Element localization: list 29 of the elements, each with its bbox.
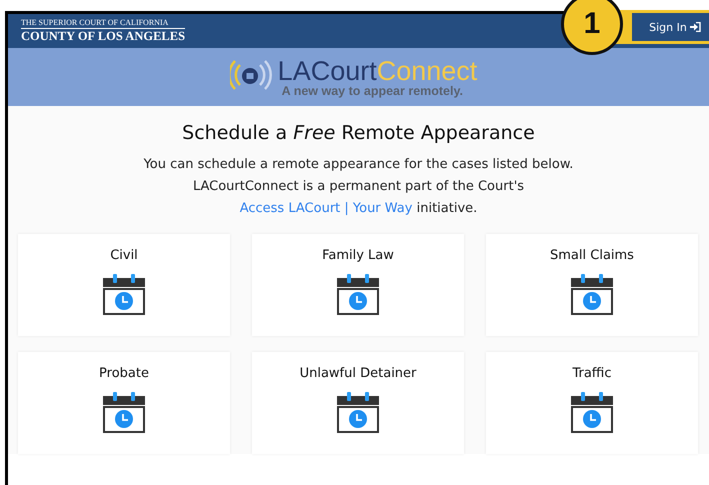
case-type-label: Traffic — [572, 366, 612, 381]
brand-name: LACourtConnect — [278, 58, 478, 84]
case-type-card[interactable]: Probate — [18, 352, 230, 454]
case-type-card[interactable]: Unlawful Detainer — [252, 352, 464, 454]
intro-text: You can schedule a remote appearance for the cases listed below. — [144, 156, 574, 174]
case-type-label: Unlawful Detainer — [300, 366, 416, 381]
tagline: A new way to appear remotely. — [282, 84, 463, 96]
calendar-clock-icon — [102, 273, 146, 315]
case-type-label: Family Law — [322, 248, 394, 263]
intro-text: LACourtConnect is a permanent part of the Court's — [192, 178, 524, 196]
case-type-card[interactable]: Small Claims — [486, 234, 698, 336]
calendar-clock-icon — [102, 391, 146, 433]
access-link[interactable]: Access LACourt | Your Way — [240, 198, 412, 220]
sign-in-icon — [690, 22, 701, 32]
calendar-clock-icon — [570, 273, 614, 315]
intro-text: initiative. — [416, 200, 478, 218]
page-heading: Schedule a Free Remote Appearance — [181, 122, 536, 144]
case-type-label: Civil — [110, 248, 138, 263]
court-name: THE SUPERIOR COURT OF CALIFORNIA — [21, 18, 186, 29]
case-type-card[interactable]: Traffic — [486, 352, 698, 454]
case-type-card[interactable]: Civil — [18, 234, 230, 336]
calendar-clock-icon — [336, 391, 380, 433]
calendar-clock-icon — [336, 273, 380, 315]
case-type-card[interactable]: Family Law — [252, 234, 464, 336]
calendar-clock-icon — [570, 391, 614, 433]
sign-in-button[interactable]: Sign In — [632, 13, 709, 41]
county-name: COUNTY OF LOS ANGELES — [21, 29, 186, 44]
case-type-label: Small Claims — [550, 248, 634, 263]
case-type-label: Probate — [99, 366, 149, 381]
